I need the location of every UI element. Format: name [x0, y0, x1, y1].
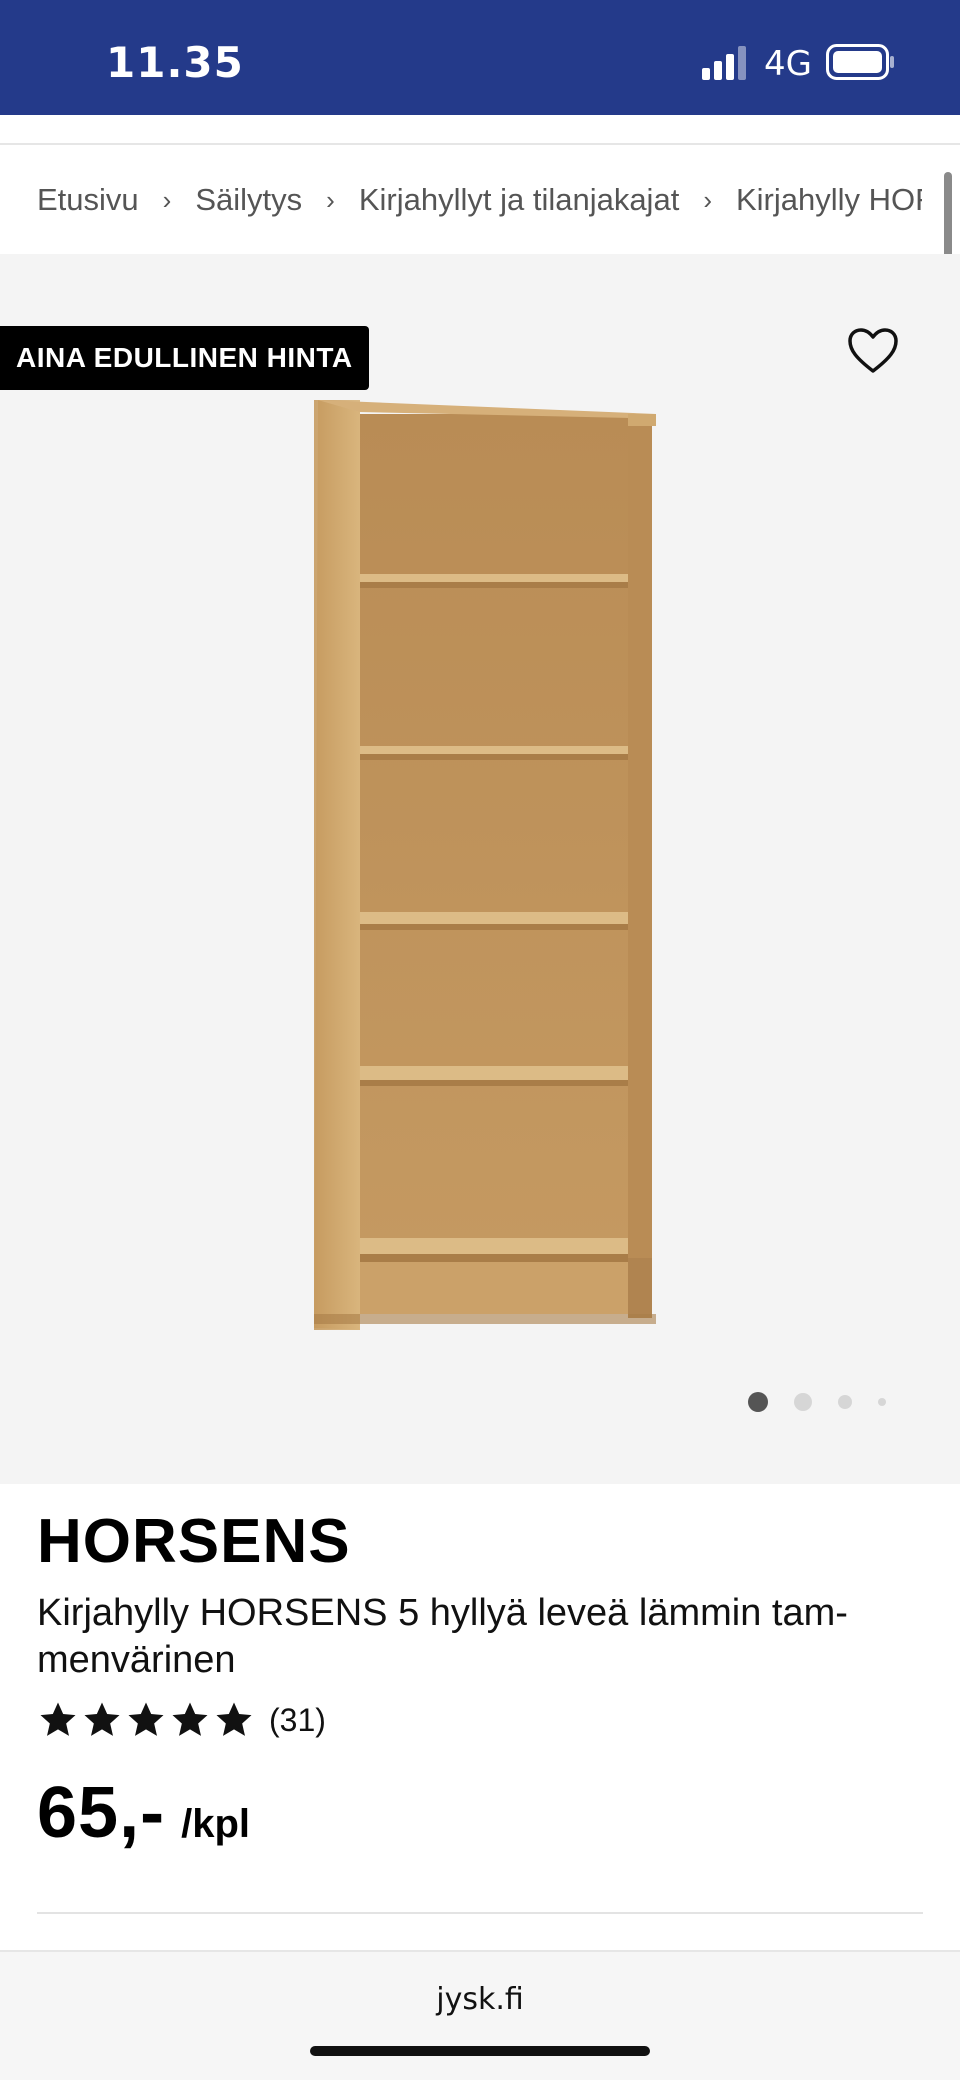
- heart-icon[interactable]: [846, 326, 900, 376]
- pagination-dot-active[interactable]: [748, 1392, 768, 1412]
- pagination-dot[interactable]: [878, 1398, 886, 1406]
- signal-icon: [702, 46, 746, 80]
- chevron-right-icon: ›: [326, 184, 335, 215]
- product-rating[interactable]: (31): [37, 1700, 326, 1740]
- breadcrumb-item-current[interactable]: Kirjahylly HORSENS: [736, 182, 922, 218]
- review-count[interactable]: (31): [269, 1702, 326, 1739]
- breadcrumb-item-etusivu[interactable]: Etusivu: [37, 182, 139, 218]
- star-icon: [84, 1702, 120, 1736]
- product-price: 65,- /kpl: [37, 1772, 250, 1854]
- status-time: 11.35: [106, 38, 244, 87]
- star-icon: [128, 1702, 164, 1736]
- network-type: 4G: [764, 44, 812, 84]
- chevron-right-icon: ›: [162, 184, 172, 215]
- price-unit: /kpl: [181, 1802, 250, 1846]
- section-divider: [37, 1912, 923, 1914]
- status-bar: 11.35 4G: [0, 0, 960, 115]
- home-indicator[interactable]: [310, 2046, 650, 2056]
- product-image-bookshelf: [314, 400, 656, 1330]
- pagination-dot[interactable]: [838, 1395, 852, 1409]
- battery-icon: [826, 44, 894, 80]
- star-icon: [216, 1702, 252, 1736]
- breadcrumb-item-kirjahyllyt[interactable]: Kirjahyllyt ja tilanjakajat: [359, 182, 679, 218]
- breadcrumb-item-sailytys[interactable]: Säilytys: [195, 182, 302, 218]
- star-icon: [172, 1702, 208, 1736]
- product-title: HORSENS: [37, 1507, 351, 1576]
- breadcrumb: Etusivu › Säilytys › Kirjahyllyt ja tila…: [0, 146, 922, 254]
- product-description: Kirjahylly HORSENS 5 hyllyä leveä lämmin…: [37, 1592, 848, 1681]
- price-value: 65,-: [37, 1773, 166, 1853]
- chevron-right-icon: ›: [703, 184, 712, 215]
- header-divider: [0, 143, 960, 145]
- gallery-pagination[interactable]: [748, 1390, 912, 1414]
- price-badge: AINA EDULLINEN HINTA: [0, 326, 369, 390]
- star-icon: [40, 1702, 76, 1736]
- browser-url[interactable]: jysk.fi: [0, 1982, 960, 2017]
- pagination-dot[interactable]: [794, 1393, 812, 1411]
- browser-address-bar[interactable]: jysk.fi: [0, 1950, 960, 2080]
